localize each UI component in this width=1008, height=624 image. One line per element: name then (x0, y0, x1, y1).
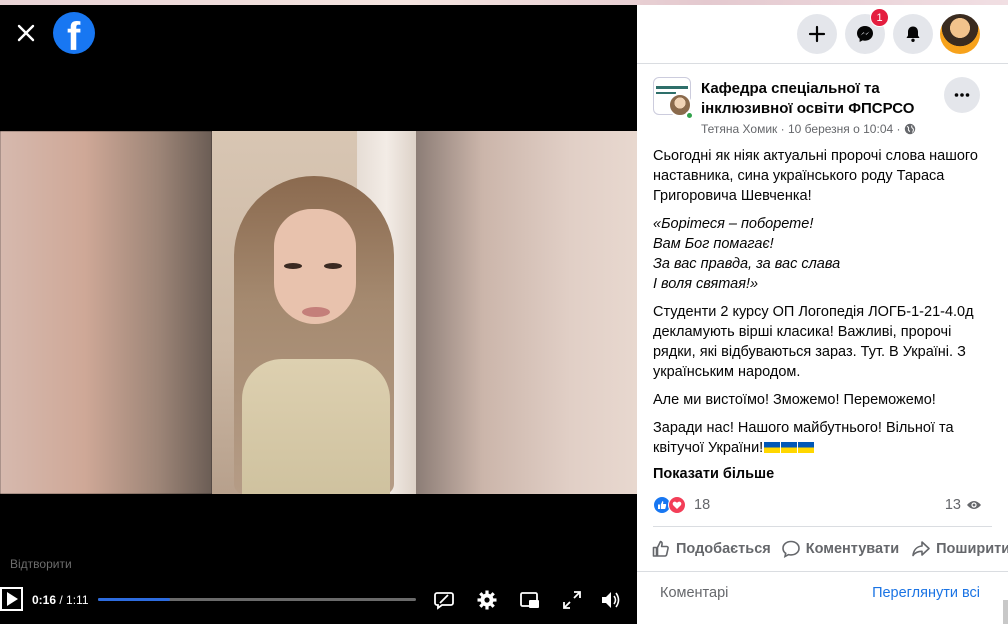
page-name[interactable]: Кафедра спеціальної та інклюзивної освіт… (701, 79, 931, 119)
play-label: Відтворити (10, 557, 72, 571)
more-options-icon[interactable] (944, 77, 980, 113)
close-icon[interactable] (12, 19, 40, 47)
see-more-link[interactable]: Показати більше (653, 466, 774, 482)
post-paragraph: Студенти 2 курсу ОП Логопедія ЛОГБ-1-21-… (653, 304, 974, 380)
post-panel: 1 Кафедра спеціальної та інклюзивної осв… (637, 5, 1008, 624)
post-actions: Подобається Коментувати Поширити (651, 537, 1008, 561)
notifications-bell-icon[interactable] (893, 14, 933, 54)
time-total: 1:11 (66, 593, 89, 607)
settings-gear-icon[interactable] (474, 587, 500, 613)
volume-icon[interactable] (597, 587, 623, 613)
post-meta: Тетяна Хомик · 10 березня о 10:04 · (701, 122, 916, 136)
ukraine-flag-icon (798, 442, 815, 453)
ukraine-flag-icon (781, 442, 798, 453)
fullscreen-icon[interactable] (559, 587, 585, 613)
miniplayer-icon[interactable] (517, 587, 543, 613)
actions-divider (637, 571, 1008, 572)
post-paragraph: Але ми вистоїмо! Зможемо! Переможемо! (653, 392, 936, 408)
video-viewer: f Відтворити 0:16 / 1:11 (0, 5, 637, 624)
post-quote: «Борітеся – поборете! Вам Бог помагає! З… (653, 216, 841, 292)
author-name[interactable]: Тетяна Хомик (701, 122, 777, 136)
online-status-dot (685, 111, 694, 120)
reactions-summary[interactable]: 18 (653, 495, 710, 515)
eye-icon (967, 501, 981, 509)
user-avatar[interactable] (940, 14, 980, 54)
create-plus-icon[interactable] (797, 14, 837, 54)
like-button[interactable]: Подобається (651, 539, 771, 559)
reaction-count: 18 (694, 497, 711, 513)
play-button[interactable] (0, 587, 23, 611)
post-date[interactable]: 10 березня о 10:04 (788, 122, 893, 136)
ukraine-flag-icon (764, 442, 781, 453)
share-icon (912, 541, 930, 557)
comments-label: Коментарі (660, 585, 729, 601)
facebook-logo-icon[interactable]: f (53, 12, 95, 54)
blurred-background-right (416, 131, 637, 494)
blurred-background-left (0, 131, 212, 494)
thumbs-up-icon (652, 540, 669, 557)
top-bar: 1 (637, 5, 1008, 63)
globe-icon (904, 123, 916, 135)
video-frame[interactable] (0, 131, 637, 494)
post-paragraph: Сьогодні як ніяк актуальні пророчі слова… (653, 148, 978, 204)
video-content (212, 131, 416, 494)
comment-button[interactable]: Коментувати (781, 539, 899, 559)
captions-off-icon[interactable] (431, 587, 457, 613)
view-all-comments-link[interactable]: Переглянути всі (872, 585, 980, 601)
video-controls: 0:16 / 1:11 (0, 583, 637, 624)
time-current: 0:16 (32, 593, 57, 607)
progress-fill (98, 598, 170, 601)
messenger-badge: 1 (870, 8, 889, 27)
view-count: 13 (945, 497, 982, 513)
reactions-divider (653, 526, 992, 527)
share-button[interactable]: Поширити (911, 539, 1008, 559)
progress-bar[interactable] (98, 598, 416, 601)
scrollbar-thumb[interactable] (1003, 600, 1008, 624)
time-display: 0:16 / 1:11 (32, 593, 89, 607)
topbar-divider (637, 63, 1008, 64)
comment-icon (781, 540, 800, 559)
post-text: Сьогодні як ніяк актуальні пророчі слова… (653, 146, 988, 466)
post-paragraph: Заради нас! Нашого майбутнього! Вільної … (653, 420, 954, 456)
love-reaction-icon (668, 496, 686, 514)
